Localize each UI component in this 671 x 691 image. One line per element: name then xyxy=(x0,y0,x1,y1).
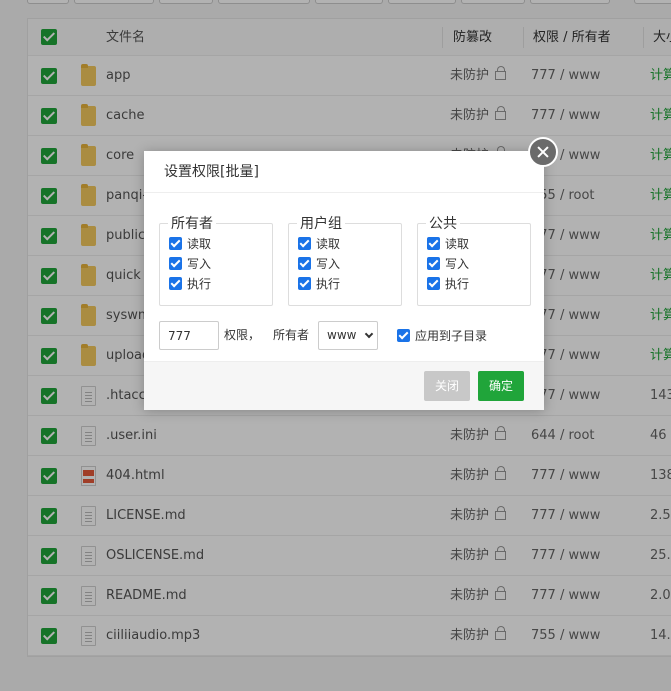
checkbox-icon[interactable] xyxy=(427,276,440,290)
checkbox-icon[interactable] xyxy=(397,328,410,342)
checkbox-label: 写入 xyxy=(445,256,470,271)
checkbox-icon[interactable] xyxy=(427,236,440,250)
owner-label: 所有者 xyxy=(273,328,310,342)
confirm-button[interactable]: 确定 xyxy=(478,371,524,401)
checkbox-label: 执行 xyxy=(445,276,470,291)
checkbox-label: 执行 xyxy=(316,276,341,291)
owner-read-checkbox[interactable]: 读取 xyxy=(169,233,272,253)
owner-exec-checkbox[interactable]: 执行 xyxy=(169,273,272,293)
owner-group: 所有者 读取 写入 执行 xyxy=(159,213,273,306)
checkbox-label: 读取 xyxy=(316,236,341,251)
group-read-checkbox[interactable]: 读取 xyxy=(298,233,401,253)
owner-group-legend: 所有者 xyxy=(171,216,213,232)
public-group-legend: 公共 xyxy=(429,216,457,232)
checkbox-label: 读取 xyxy=(445,236,470,251)
group-group-legend: 用户组 xyxy=(300,216,342,232)
checkbox-icon[interactable] xyxy=(298,256,311,270)
permission-label: 权限， xyxy=(224,328,261,342)
owner-select-value: www xyxy=(327,328,357,342)
checkbox-label: 执行 xyxy=(187,276,212,291)
chevron-down-icon xyxy=(364,329,374,339)
owner-select[interactable]: www xyxy=(318,321,378,350)
group-exec-checkbox[interactable]: 执行 xyxy=(298,273,401,293)
public-write-checkbox[interactable]: 写入 xyxy=(427,253,530,273)
checkbox-icon[interactable] xyxy=(169,276,182,290)
permission-input[interactable] xyxy=(159,321,219,350)
public-read-checkbox[interactable]: 读取 xyxy=(427,233,530,253)
dialog-title: 设置权限[批量] xyxy=(144,151,544,193)
checkbox-icon[interactable] xyxy=(169,256,182,270)
permission-dialog: 设置权限[批量] 所有者 读取 写入 执行 用户组 读取 写入 执行 公共 读取… xyxy=(144,137,558,410)
apply-subdir-checkbox[interactable]: 应用到子目录 xyxy=(397,325,487,345)
close-button[interactable]: 关闭 xyxy=(424,371,470,401)
checkbox-icon[interactable] xyxy=(298,236,311,250)
checkbox-icon[interactable] xyxy=(427,256,440,270)
group-group: 用户组 读取 写入 执行 xyxy=(288,213,402,306)
public-group: 公共 读取 写入 执行 xyxy=(417,213,531,306)
checkbox-icon[interactable] xyxy=(298,276,311,290)
owner-write-checkbox[interactable]: 写入 xyxy=(169,253,272,273)
group-write-checkbox[interactable]: 写入 xyxy=(298,253,401,273)
checkbox-icon[interactable] xyxy=(169,236,182,250)
close-icon[interactable] xyxy=(528,137,558,167)
public-exec-checkbox[interactable]: 执行 xyxy=(427,273,530,293)
checkbox-label: 读取 xyxy=(187,236,212,251)
dialog-footer: 关闭 确定 xyxy=(144,361,544,410)
checkbox-label: 应用到子目录 xyxy=(415,328,488,343)
checkbox-label: 写入 xyxy=(187,256,212,271)
checkbox-label: 写入 xyxy=(316,256,341,271)
